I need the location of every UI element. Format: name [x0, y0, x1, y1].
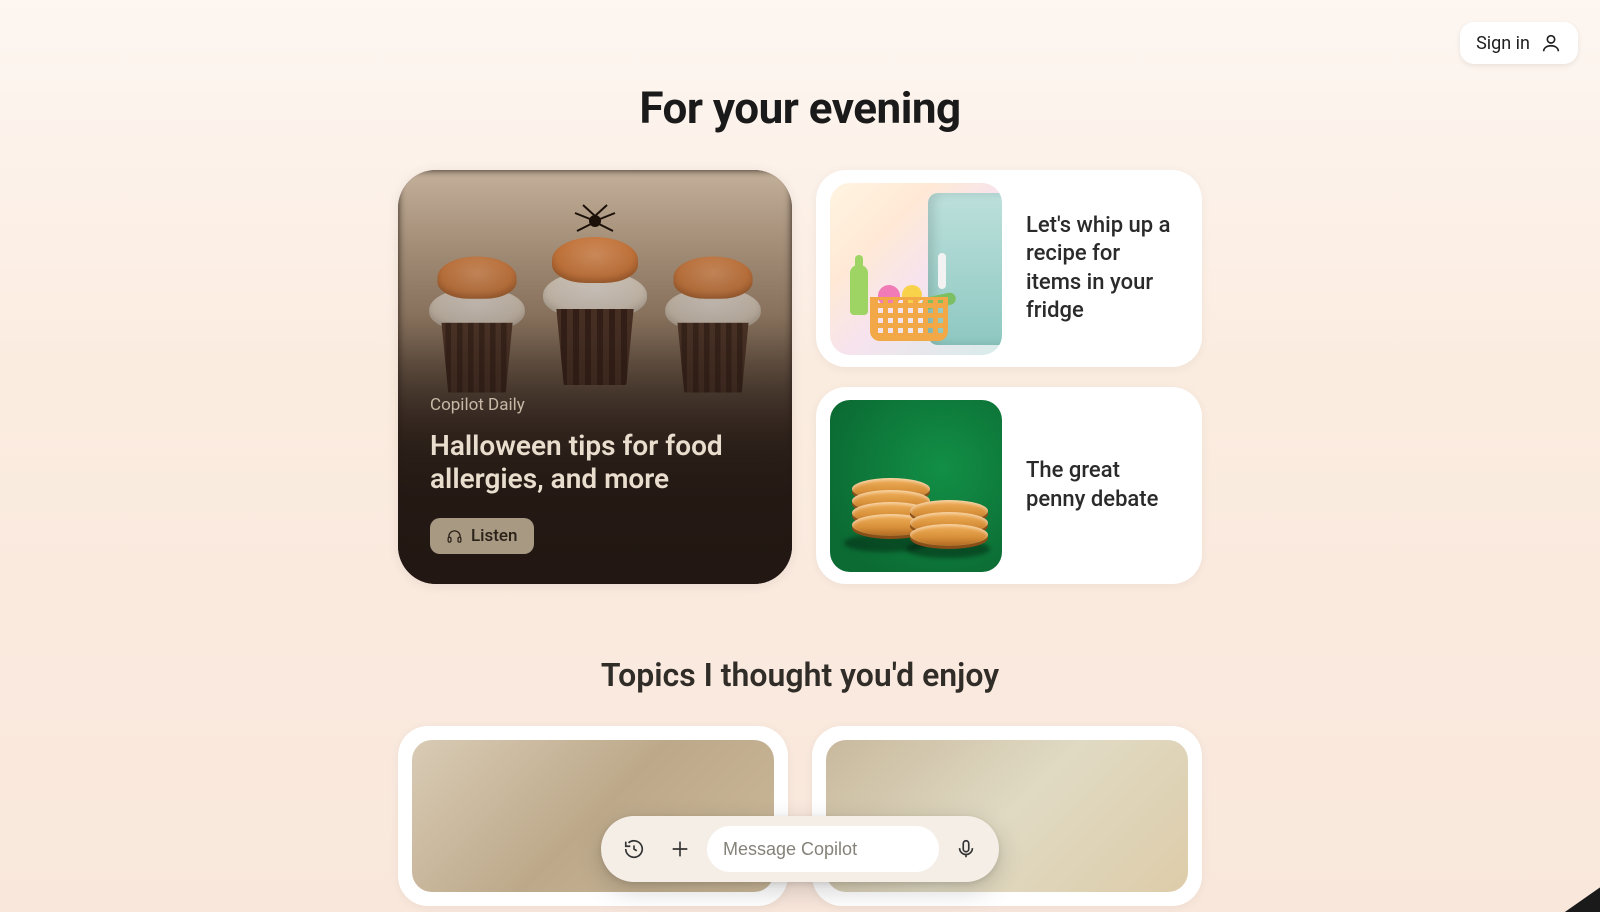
user-icon: [1540, 32, 1562, 54]
headphones-icon: [446, 528, 463, 545]
side-cards-column: Let's whip up a recipe for items in your…: [816, 170, 1202, 584]
message-input[interactable]: [723, 839, 923, 860]
suggestion-card-penny[interactable]: The great penny debate: [816, 387, 1202, 584]
add-button[interactable]: [661, 830, 699, 868]
sign-in-label: Sign in: [1476, 33, 1530, 54]
topics-heading: Topics I thought you'd enjoy: [0, 656, 1600, 694]
featured-card-title: Halloween tips for food allergies, and m…: [430, 429, 760, 496]
plus-icon: [669, 838, 691, 860]
suggestion-card-text: The great penny debate: [1026, 457, 1188, 513]
suggestion-card-image: [830, 400, 1002, 572]
featured-card[interactable]: Copilot Daily Halloween tips for food al…: [398, 170, 792, 584]
suggestion-card-image: [830, 183, 1002, 355]
composer-bar: [601, 816, 999, 882]
section-heading: For your evening: [0, 82, 1600, 134]
sign-in-button[interactable]: Sign in: [1460, 22, 1578, 64]
featured-card-content: Copilot Daily Halloween tips for food al…: [430, 395, 760, 554]
listen-label: Listen: [471, 526, 518, 546]
listen-button[interactable]: Listen: [430, 518, 534, 554]
history-button[interactable]: [615, 830, 653, 868]
composer-input-wrap: [707, 826, 939, 872]
mic-button[interactable]: [947, 830, 985, 868]
corner-decoration: [1562, 886, 1600, 912]
suggestion-card-text: Let's whip up a recipe for items in your…: [1026, 212, 1188, 325]
cards-row: Copilot Daily Halloween tips for food al…: [398, 170, 1202, 584]
featured-card-eyebrow: Copilot Daily: [430, 395, 760, 415]
microphone-icon: [955, 838, 977, 860]
history-icon: [623, 838, 645, 860]
suggestion-card-recipe[interactable]: Let's whip up a recipe for items in your…: [816, 170, 1202, 367]
